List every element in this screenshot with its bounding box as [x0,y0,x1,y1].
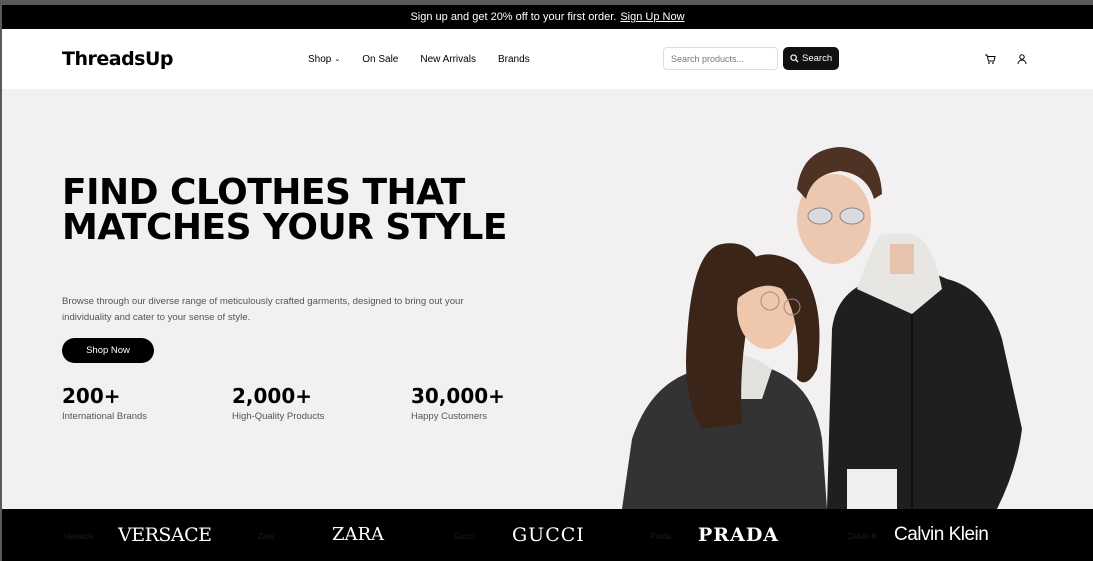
stat-brands: 200+ International Brands [62,384,147,422]
nav-on-sale[interactable]: On Sale [362,54,398,65]
brand-faint-label: Prada [650,532,672,541]
brand-faint-label: Versace [64,532,93,541]
page: Sign up and get 20% off to your first or… [2,5,1093,561]
shop-now-button[interactable]: Shop Now [62,338,154,363]
announcement-bar: Sign up and get 20% off to your first or… [2,5,1093,29]
brand-faint-label: Gucci [454,532,475,541]
stat-value: 30,000+ [411,384,505,408]
site-header: ThreadsUp Shop ⌄ On Sale New Arrivals Bra… [2,29,1093,89]
user-icon[interactable] [1016,53,1028,65]
brand-calvin-klein: Calvin Klein [894,524,989,545]
search-button-label: Search [802,53,833,64]
hero-models-image [622,147,1022,509]
brand-faint-label: Calvin K [847,532,877,541]
hero-title: FIND CLOTHES THAT MATCHES YOUR STYLE [62,172,508,248]
male-model [797,147,1022,509]
stat-label: High-Quality Products [232,411,325,422]
sign-up-link[interactable]: Sign Up Now [620,11,684,23]
brand-faint-label: Zara [258,532,275,541]
stat-products: 2,000+ High-Quality Products [232,384,324,422]
main-nav: Shop ⌄ On Sale New Arrivals Brands [308,54,530,65]
stat-value: 2,000+ [232,384,313,408]
nav-new-arrivals[interactable]: New Arrivals [420,54,476,65]
stat-customers: 30,000+ Happy Customers [411,384,505,422]
hero-section: FIND CLOTHES THAT MATCHES YOUR STYLE Bro… [2,89,1093,509]
stat-label: Happy Customers [411,411,488,422]
nav-shop-label: Shop [308,53,332,65]
logo[interactable]: ThreadsUp [62,48,308,70]
brand-logos-bar: Versace VERSACE Zara ZARA Gucci GUCCI Pr… [2,509,1093,561]
stat-label: International Brands [62,411,148,422]
chevron-down-icon: ⌄ [334,56,341,63]
cart-icon[interactable] [984,53,996,65]
search-area: Search [663,47,840,70]
search-icon [790,54,799,63]
brand-gucci: GUCCI [512,524,585,546]
brand-zara: ZARA [332,524,385,545]
hero-description: Browse through our diverse range of meti… [62,296,464,323]
female-model [622,243,827,509]
search-input[interactable] [663,47,778,70]
nav-shop[interactable]: Shop ⌄ [308,54,340,65]
brand-versace: VERSACE [118,524,212,546]
announcement-text: Sign up and get 20% off to your first or… [410,11,617,23]
brand-prada: PRADA [698,524,780,546]
stat-value: 200+ [62,384,121,408]
search-button[interactable]: Search [783,47,840,70]
nav-brands[interactable]: Brands [498,54,530,65]
